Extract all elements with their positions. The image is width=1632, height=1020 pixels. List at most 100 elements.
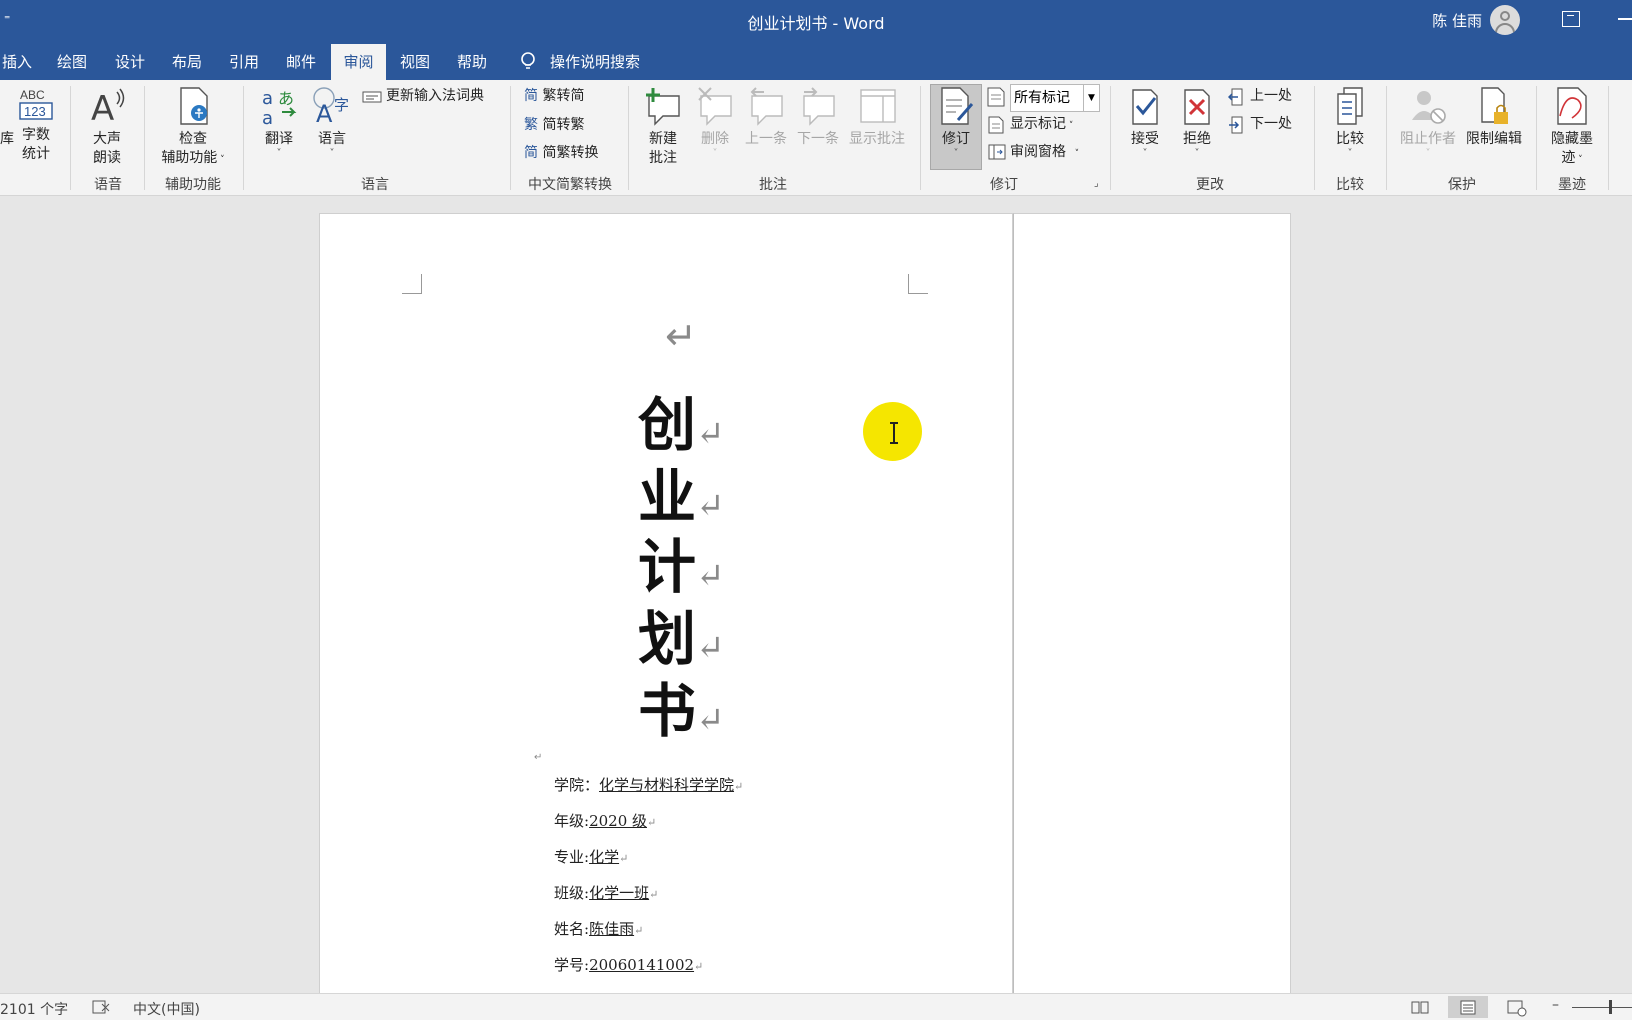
accept-button[interactable]: 接受 ˅ <box>1122 86 1168 159</box>
tab-mailings[interactable]: 邮件 <box>281 44 321 80</box>
translate-button[interactable]: a あ a 翻译 ˅ <box>254 86 304 159</box>
show-markup-button[interactable]: 显示标记 ˅ <box>1010 113 1073 137</box>
language-icon: A 字 <box>313 87 349 126</box>
tab-help[interactable]: 帮助 <box>452 44 492 80</box>
chevron-down-icon: ˅ <box>1066 121 1074 131</box>
group-label-speech: 语音 <box>94 177 122 193</box>
traditional-to-simplified-button[interactable]: 简 繁转简 <box>524 85 584 107</box>
tell-me-search[interactable]: 操作说明搜索 <box>550 44 640 80</box>
ribbon-display-options-icon[interactable] <box>1562 11 1580 27</box>
chinese-conversion-button[interactable]: 简 简繁转换 <box>524 142 598 164</box>
read-aloud-label-2: 朗读 <box>93 150 121 166</box>
field-label: 年级: <box>554 812 590 830</box>
block-authors-button[interactable]: 阻止作者 ˅ <box>1396 86 1460 159</box>
paragraph-mark: ↵ <box>696 486 725 526</box>
info-line-grade: 年级:2020 级↵ <box>554 810 656 831</box>
document-canvas[interactable]: ↵ 创↵ 业↵ 计↵ 划↵ 书↵ ↵ 学院：化学与材料科学学院↵ 年级:2020… <box>0 197 1632 1013</box>
avatar[interactable] <box>1490 5 1520 35</box>
next-change-button[interactable]: 下一处 <box>1250 113 1292 135</box>
accessibility-check-icon <box>180 87 208 125</box>
field-value: 化学与材料科学学院 <box>599 776 735 794</box>
zoom-slider[interactable] <box>1572 1007 1632 1008</box>
svg-text:a: a <box>262 108 273 126</box>
svg-text:A: A <box>316 100 333 126</box>
proofing-status-icon[interactable] <box>92 1000 110 1014</box>
tab-design[interactable]: 设计 <box>110 44 150 80</box>
tracking-dialog-launcher-icon[interactable]: ⌟ <box>1094 178 1099 189</box>
hide-ink-button[interactable]: 隐藏墨 迹 ˅ <box>1546 86 1598 170</box>
previous-change-button[interactable]: 上一处 <box>1250 85 1292 107</box>
markup-display-value: 所有标记 <box>1014 90 1070 106</box>
thesaurus-button-partial[interactable]: 库 <box>0 130 14 149</box>
simplified-to-traditional-button[interactable]: 繁 简转繁 <box>524 114 584 136</box>
group-label-compare: 比较 <box>1336 177 1364 193</box>
separator <box>1314 86 1315 190</box>
reviewing-pane-icon <box>988 144 1006 160</box>
word-count-status[interactable]: 2101 个字 <box>0 999 68 1019</box>
field-value: 2020 级 <box>589 812 648 830</box>
title-character: 业 <box>638 463 697 531</box>
track-changes-label: 修订 <box>942 131 970 147</box>
ribbon-tab-row: 插入 绘图 设计 布局 引用 邮件 审阅 视图 帮助 操作说明搜索 <box>0 44 1632 80</box>
svg-text:字: 字 <box>334 96 349 114</box>
dropdown-arrow-icon[interactable]: ▼ <box>1083 85 1099 111</box>
group-label-ink: 墨迹 <box>1558 177 1586 193</box>
print-layout-view-icon[interactable] <box>1448 996 1488 1018</box>
margin-corner-marker <box>402 274 422 294</box>
delete-comment-button[interactable]: 删除 ˅ <box>692 86 738 159</box>
group-label-tracking: 修订 <box>990 177 1018 193</box>
zoom-slider-handle[interactable] <box>1609 1000 1612 1014</box>
next-comment-button[interactable]: 下一条 <box>794 86 842 149</box>
field-value: 陈佳雨 <box>589 920 635 938</box>
user-name[interactable]: 陈 佳雨 <box>1432 10 1482 31</box>
separator <box>920 86 921 190</box>
track-changes-button[interactable]: 修订 ˅ <box>930 86 982 159</box>
check-accessibility-label-2: 辅助功能 <box>161 150 218 166</box>
read-mode-view-icon[interactable] <box>1400 996 1440 1018</box>
chevron-down-icon: ˅ <box>276 148 282 159</box>
language-status[interactable]: 中文(中国) <box>133 999 200 1019</box>
paragraph-mark: ↵ <box>694 960 704 973</box>
tab-references[interactable]: 引用 <box>224 44 264 80</box>
reviewing-pane-button[interactable]: 审阅窗格 ˅ <box>1010 141 1079 165</box>
tab-insert[interactable]: 插入 <box>0 44 34 80</box>
field-label: 专业: <box>554 848 590 866</box>
chevron-down-icon: ˅ <box>1142 148 1148 159</box>
field-value: 化学 <box>589 848 620 866</box>
web-layout-view-icon[interactable] <box>1496 996 1536 1018</box>
hide-ink-label-2: 迹 <box>1561 150 1576 166</box>
language-button[interactable]: A 字 语言 ˅ <box>308 86 356 159</box>
tab-draw[interactable]: 绘图 <box>52 44 92 80</box>
group-label-comments: 批注 <box>759 177 787 193</box>
read-aloud-label-1: 大声 <box>93 131 121 147</box>
update-ime-dictionary-button[interactable]: 更新输入法词典 <box>386 85 484 107</box>
restrict-editing-button[interactable]: 限制编辑 <box>1462 86 1526 149</box>
compare-button[interactable]: 比较 ˅ <box>1326 86 1374 159</box>
tab-review[interactable]: 审阅 <box>331 44 386 80</box>
paragraph-mark: ↵ <box>696 556 725 596</box>
info-line-college: 学院：化学与材料科学学院↵ <box>554 774 743 795</box>
minimize-icon[interactable] <box>1618 18 1632 20</box>
reviewing-pane-label: 审阅窗格 <box>1010 144 1066 160</box>
display-for-review-icon <box>987 87 1005 107</box>
group-label-chinese-conversion: 中文简繁转换 <box>528 177 612 193</box>
separator <box>628 86 629 190</box>
show-comments-button[interactable]: 显示批注 <box>846 86 908 149</box>
title-bar: ⁼ 创业计划书 - Word 陈 佳雨 <box>0 0 1632 44</box>
reject-button[interactable]: 拒绝 ˅ <box>1174 86 1220 159</box>
paragraph-mark: ↵ <box>696 414 725 454</box>
chevron-down-icon: ˅ <box>712 148 718 159</box>
check-accessibility-button[interactable]: 检查 辅助功能 ˅ <box>152 86 234 170</box>
document-page[interactable]: ↵ 创↵ 业↵ 计↵ 划↵ 书↵ ↵ 学院：化学与材料科学学院↵ 年级:2020… <box>319 213 1013 1013</box>
read-aloud-button[interactable]: A 大声 朗读 <box>84 86 130 168</box>
tab-layout[interactable]: 布局 <box>167 44 207 80</box>
zoom-out-icon[interactable]: – <box>1552 997 1559 1013</box>
word-count-button[interactable]: ABC 123 字数 统计 <box>14 86 58 164</box>
previous-comment-button[interactable]: 上一条 <box>742 86 790 149</box>
tab-view[interactable]: 视图 <box>395 44 435 80</box>
new-comment-button[interactable]: 新建 批注 <box>640 86 686 168</box>
group-label-accessibility: 辅助功能 <box>165 177 221 193</box>
markup-display-select[interactable]: 所有标记 ▼ <box>1010 84 1100 112</box>
group-label-changes: 更改 <box>1196 177 1224 193</box>
new-comment-label-1: 新建 <box>649 131 677 147</box>
